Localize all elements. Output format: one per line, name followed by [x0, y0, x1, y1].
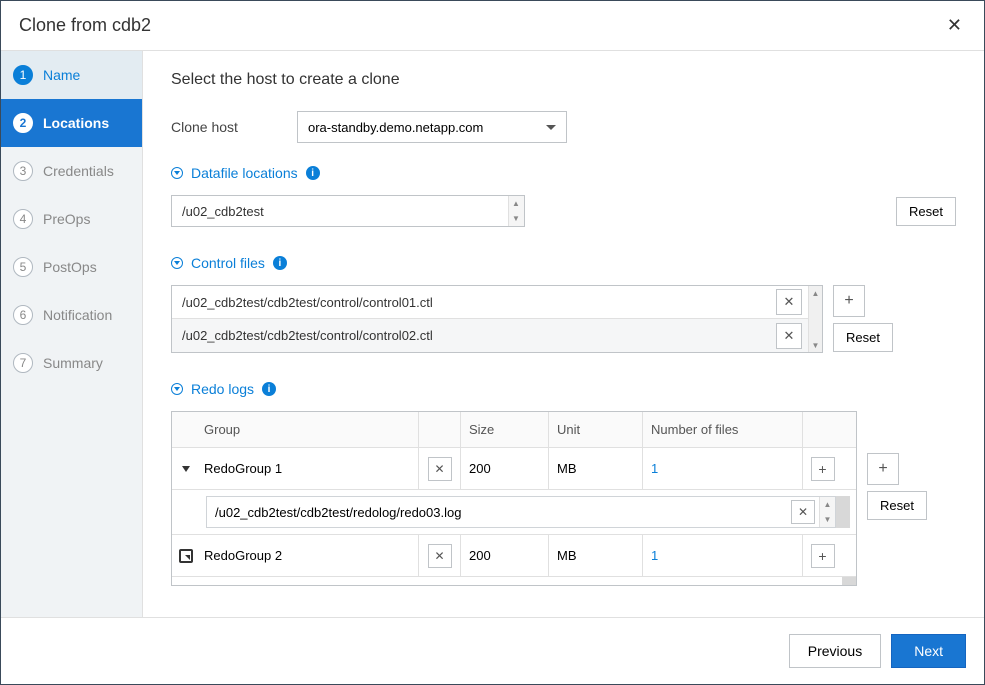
redo-group-row: RedoGroup 2 ✕ 200 MB 1 + [172, 535, 856, 577]
info-icon[interactable]: i [262, 382, 276, 396]
expand-icon[interactable] [182, 466, 190, 472]
redo-group-row: RedoGroup 1 ✕ 200 MB 1 + [172, 448, 856, 490]
redo-file-row: /u02_cdb2test/cdb2test/redolog/redo03.lo… [172, 490, 856, 535]
delete-redo-file-button[interactable]: ✕ [791, 500, 815, 524]
redo-section-header[interactable]: Redo logs i [171, 381, 956, 397]
wizard-sidebar: 1Name 2Locations 3Credentials 4PreOps 5P… [1, 51, 143, 617]
step-credentials[interactable]: 3Credentials [1, 147, 142, 195]
close-icon[interactable]: ✕ [943, 15, 966, 36]
control-reset-button[interactable]: Reset [833, 323, 893, 352]
step-postops[interactable]: 5PostOps [1, 243, 142, 291]
redo-reset-button[interactable]: Reset [867, 491, 927, 520]
control-file-item[interactable]: /u02_cdb2test/cdb2test/control/control01… [172, 286, 808, 319]
spin-up-icon[interactable]: ▲ [820, 497, 835, 512]
previous-button[interactable]: Previous [789, 634, 881, 668]
redo-logs-table: Group Size Unit Number of files RedoGrou… [171, 411, 857, 586]
datafile-reset-button[interactable]: Reset [896, 197, 956, 226]
step-name[interactable]: 1Name [1, 51, 142, 99]
info-icon[interactable]: i [306, 166, 320, 180]
clone-host-select[interactable]: ora-standby.demo.netapp.com [297, 111, 567, 143]
collapse-icon [171, 383, 183, 395]
add-redo-file-button[interactable]: + [811, 457, 835, 481]
datafile-section-header[interactable]: Datafile locations i [171, 165, 956, 181]
col-size: Size [460, 412, 548, 447]
chevron-down-icon [546, 125, 556, 130]
control-files-list: /u02_cdb2test/cdb2test/control/control01… [171, 285, 823, 353]
dialog-title: Clone from cdb2 [19, 15, 151, 36]
remove-control-file-button[interactable]: ✕ [776, 323, 802, 349]
collapse-icon [171, 257, 183, 269]
col-num-files: Number of files [642, 412, 802, 447]
spin-up-icon[interactable]: ▲ [509, 196, 524, 211]
remove-control-file-button[interactable]: ✕ [776, 289, 802, 315]
step-preops[interactable]: 4PreOps [1, 195, 142, 243]
collapse-icon [171, 167, 183, 179]
add-control-file-button[interactable]: + [833, 285, 865, 317]
datafile-location-input[interactable]: /u02_cdb2test ▲▼ [171, 195, 525, 227]
scrollbar[interactable]: ▲▼ [808, 286, 822, 352]
col-group: Group [200, 422, 418, 437]
control-file-item[interactable]: /u02_cdb2test/cdb2test/control/control02… [172, 319, 808, 352]
control-section-header[interactable]: Control files i [171, 255, 956, 271]
step-locations[interactable]: 2Locations [1, 99, 142, 147]
expand-icon[interactable] [179, 549, 193, 563]
step-summary[interactable]: 7Summary [1, 339, 142, 387]
spin-down-icon[interactable]: ▼ [820, 512, 835, 527]
clone-host-label: Clone host [171, 119, 297, 135]
col-unit: Unit [548, 412, 642, 447]
spin-down-icon[interactable]: ▼ [509, 211, 524, 226]
add-redo-group-button[interactable]: + [867, 453, 899, 485]
delete-redo-group-button[interactable]: ✕ [428, 544, 452, 568]
info-icon[interactable]: i [273, 256, 287, 270]
add-redo-file-button[interactable]: + [811, 544, 835, 568]
page-heading: Select the host to create a clone [171, 71, 956, 89]
step-notification[interactable]: 6Notification [1, 291, 142, 339]
delete-redo-group-button[interactable]: ✕ [428, 457, 452, 481]
next-button[interactable]: Next [891, 634, 966, 668]
